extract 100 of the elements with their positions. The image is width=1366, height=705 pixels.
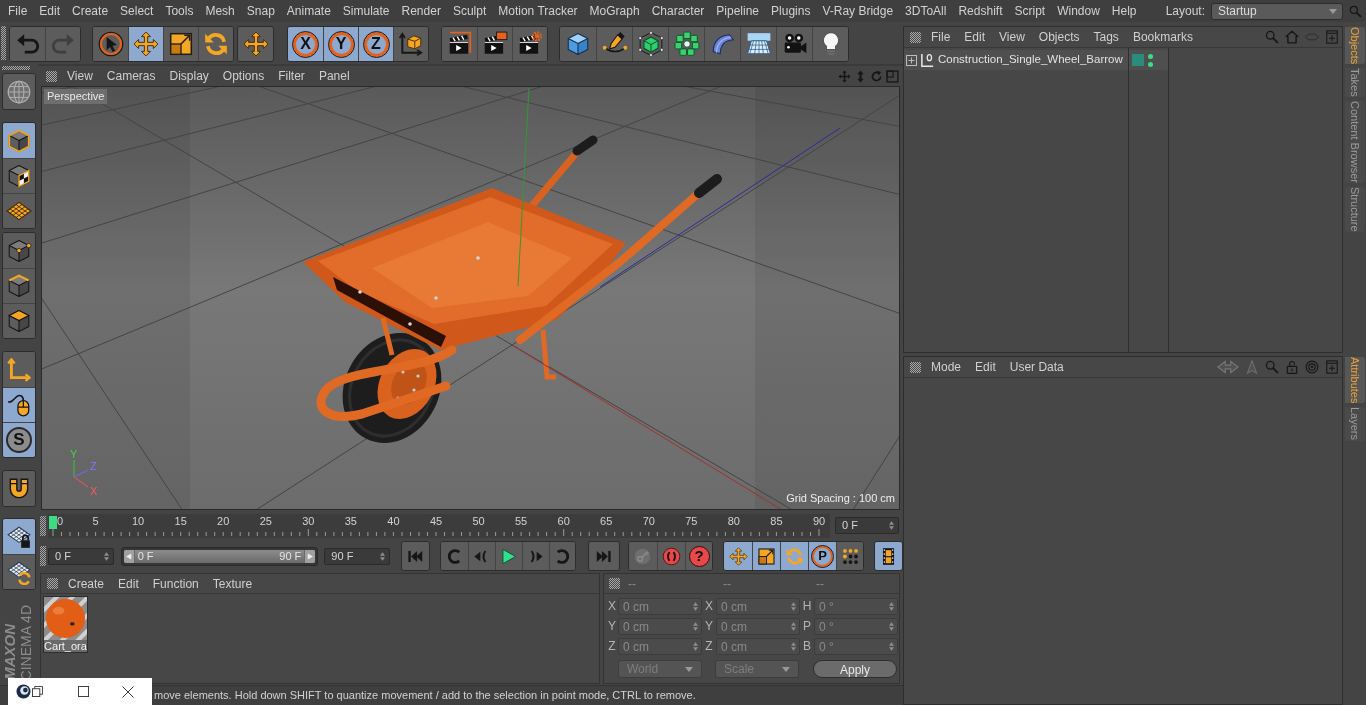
magnet-button[interactable]	[3, 471, 35, 506]
menu-item[interactable]: Create	[66, 0, 115, 22]
end-frame-field[interactable]: 90 F	[324, 547, 390, 565]
menu-item[interactable]: Edit	[111, 574, 146, 593]
object-name[interactable]: Construction_Single_Wheel_Barrow	[938, 51, 1123, 69]
menu-item[interactable]: Window	[1051, 0, 1106, 22]
menu-item[interactable]: View	[992, 28, 1032, 46]
menu-item[interactable]: File	[924, 28, 958, 46]
menu-item[interactable]: Simulate	[336, 0, 396, 22]
menu-item[interactable]: Display	[162, 67, 216, 85]
menu-item[interactable]: Snap	[240, 0, 281, 22]
panel-tab[interactable]: Content Browser	[1345, 101, 1365, 183]
spinner-icon[interactable]	[889, 521, 894, 530]
spinner-icon[interactable]	[380, 551, 385, 561]
next-key-button[interactable]	[548, 542, 575, 570]
menu-item[interactable]: Pipeline	[710, 0, 766, 22]
menu-item[interactable]: Sculpt	[446, 0, 493, 22]
model-mode-button[interactable]	[3, 123, 35, 158]
material-tile[interactable]: Cart_ora	[43, 596, 88, 653]
close-icon[interactable]	[122, 685, 134, 698]
panel-tab[interactable]: Layers	[1345, 407, 1365, 441]
move-tool-button[interactable]	[238, 27, 273, 61]
menu-item[interactable]: Options	[215, 67, 272, 85]
panel-tab[interactable]: Structure	[1345, 187, 1365, 232]
menu-item[interactable]: Character	[645, 0, 711, 22]
polygons-mode-button[interactable]	[3, 303, 35, 338]
menu-item[interactable]: Render	[395, 0, 447, 22]
go-to-start-button[interactable]	[402, 542, 429, 570]
viewport-canvas[interactable]: Perspective Y Z X Grid Spacing : 100 cm	[41, 86, 900, 510]
move-key-button[interactable]	[724, 542, 753, 570]
minimized-window[interactable]	[8, 678, 152, 705]
menu-item[interactable]: User Data	[1002, 358, 1071, 376]
menu-item[interactable]: Cameras	[99, 67, 163, 85]
menu-item[interactable]: Select	[114, 0, 160, 22]
menu-item[interactable]: Help	[1105, 0, 1143, 22]
grip-icon[interactable]	[910, 31, 921, 43]
menu-item[interactable]: Script	[1008, 0, 1052, 22]
start-frame-field[interactable]: 0 F	[48, 547, 114, 565]
spinner-icon[interactable]	[103, 551, 109, 561]
grip-icon[interactable]	[1, 26, 6, 60]
grip-icon[interactable]	[2, 66, 30, 70]
range-start-handle[interactable]	[123, 549, 135, 563]
panel-tab[interactable]: Objects	[1345, 27, 1365, 65]
menu-item[interactable]: Mesh	[199, 0, 241, 22]
axis-lock-button[interactable]: Y	[323, 27, 358, 61]
object-row[interactable]: Construction_Single_Wheel_Barrow	[904, 50, 1168, 70]
light-button[interactable]	[812, 27, 848, 61]
menu-item[interactable]: View	[60, 67, 100, 85]
scale-key-button[interactable]	[752, 542, 781, 570]
menu-item[interactable]: Edit	[968, 358, 1003, 376]
menu-item[interactable]: V-Ray Bridge	[816, 0, 900, 22]
rotate-key-button[interactable]	[780, 542, 809, 570]
expand-plus-icon[interactable]	[906, 54, 917, 66]
globe-button[interactable]	[3, 74, 35, 109]
menu-item[interactable]: Tags	[1086, 28, 1126, 46]
rotate-tool-button[interactable]	[198, 27, 233, 61]
grid-lock-button[interactable]	[3, 519, 35, 554]
coordinate-system-button[interactable]	[393, 27, 428, 61]
workplane-mode-button[interactable]	[3, 193, 35, 228]
grip-icon[interactable]	[40, 546, 46, 566]
grid-refresh-button[interactable]	[3, 554, 35, 589]
grip-icon[interactable]	[609, 578, 620, 589]
parameter-key-button[interactable]: P	[808, 542, 837, 570]
menu-item[interactable]: Filter	[271, 67, 312, 85]
app-icon[interactable]	[16, 684, 31, 699]
restore-icon[interactable]	[32, 686, 43, 697]
tweak-mode-button[interactable]	[3, 387, 35, 422]
menu-item[interactable]: Function	[145, 574, 206, 593]
menu-item[interactable]: 3DToAll	[899, 0, 953, 22]
move-tool-button[interactable]	[128, 27, 163, 61]
menu-item[interactable]: Bookmarks	[1125, 28, 1200, 46]
current-frame-field[interactable]: 0 F	[835, 517, 899, 534]
menu-item[interactable]: Mode	[924, 358, 969, 376]
timeline-ruler[interactable]: 0 5 10 15 20 25 30 35 40 45 50 55 60 65 70 75 80 85 90	[48, 513, 830, 538]
timeline-window-button[interactable]	[875, 542, 902, 570]
menu-item[interactable]: Animate	[280, 0, 337, 22]
point-level-button[interactable]	[836, 542, 864, 570]
menu-item[interactable]: Edit	[957, 28, 993, 46]
go-to-end-button[interactable]	[588, 542, 619, 570]
menu-item[interactable]: Edit	[33, 0, 67, 22]
layer-color-swatch[interactable]	[1132, 54, 1144, 66]
playhead[interactable]	[49, 515, 57, 529]
solo-button[interactable]: S	[3, 422, 35, 457]
menu-item[interactable]: Panel	[311, 67, 357, 85]
menu-item[interactable]: Motion Tracker	[492, 0, 584, 22]
grip-icon[interactable]	[46, 70, 57, 82]
render-settings-button[interactable]	[512, 27, 547, 61]
grip-icon[interactable]	[40, 515, 46, 536]
grip-icon[interactable]	[47, 578, 58, 589]
menu-item[interactable]: Objects	[1031, 28, 1087, 46]
menu-item[interactable]: Tools	[159, 0, 200, 22]
axis-lock-button[interactable]: Z	[358, 27, 393, 61]
menu-item[interactable]: File	[2, 0, 34, 22]
panel-tab[interactable]: Attributes	[1345, 357, 1365, 404]
menu-item[interactable]: Texture	[205, 574, 260, 593]
menu-item[interactable]: Redshift	[952, 0, 1009, 22]
menu-item[interactable]: Create	[61, 574, 112, 593]
maximize-icon[interactable]	[78, 686, 89, 697]
range-end-handle[interactable]	[304, 549, 316, 563]
axis-lock-button[interactable]: X	[288, 27, 323, 61]
